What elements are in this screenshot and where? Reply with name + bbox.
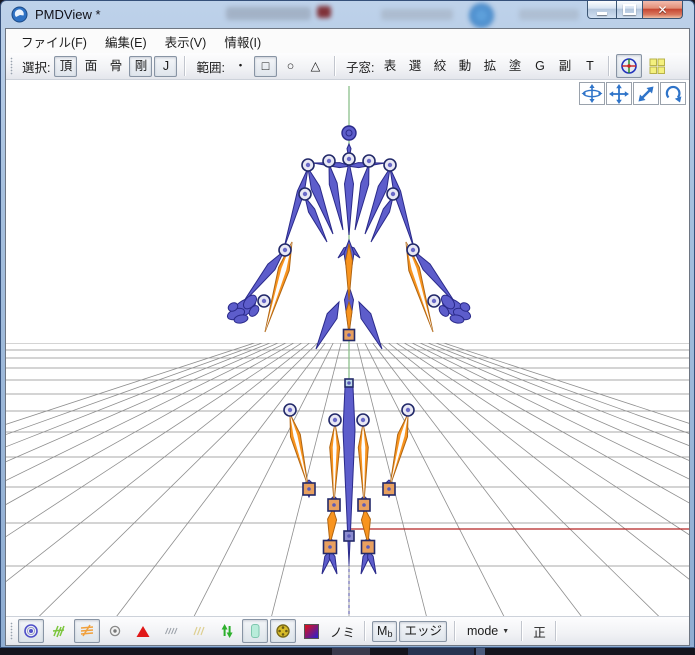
toolbar-separator: [555, 621, 556, 641]
bottom-toolbar-grip[interactable]: [10, 622, 13, 640]
color-swatch-button[interactable]: [298, 619, 324, 643]
menu-item-3[interactable]: 情報(I): [215, 29, 270, 54]
main-toolbar: 選択:頂面骨剛J 範囲: ・□○△ 子窓: 表選絞動拡塗G副T: [6, 53, 689, 80]
aero-blur-blob: [519, 9, 579, 20]
red-triangle-button[interactable]: [130, 619, 156, 643]
select-mode-button-3[interactable]: 剛: [129, 56, 152, 77]
close-button[interactable]: ✕: [642, 1, 683, 19]
subwindow-button-7[interactable]: 副: [554, 56, 575, 77]
quad-view-button[interactable]: [644, 54, 670, 78]
taskbar-item: [332, 648, 370, 655]
hand-bones: [437, 293, 472, 325]
subwindow-button-8[interactable]: T: [579, 56, 600, 77]
material-mode-button[interactable]: Mb: [372, 621, 397, 642]
range-shape-button-2[interactable]: △: [304, 56, 327, 77]
chevron-down-icon: ▼: [502, 628, 509, 635]
viewport-3d[interactable]: [6, 80, 689, 616]
client-area: ファイル(F)編集(E)表示(V)情報(I) 選択:頂面骨剛J 範囲: ・□○△ 子窓…: [5, 28, 690, 646]
maximize-button[interactable]: [616, 1, 643, 19]
head-bone: [342, 126, 356, 140]
aero-blur-blob: [381, 9, 453, 20]
subwindow-button-2[interactable]: 絞: [429, 56, 450, 77]
subwindow-button-0[interactable]: 表: [379, 56, 400, 77]
subwindow-button-3[interactable]: 動: [454, 56, 475, 77]
yellow-hatch-button[interactable]: [186, 619, 212, 643]
pan-view-button[interactable]: [606, 82, 632, 105]
gray-hatch-button[interactable]: [158, 619, 184, 643]
select-mode-button-4[interactable]: J: [154, 56, 177, 77]
zoom-view-button[interactable]: [633, 82, 659, 105]
subwindow-button-1[interactable]: 選: [404, 56, 425, 77]
toolbar-grip[interactable]: [10, 57, 13, 75]
main-toolbar-content: 選択:頂面骨剛J 範囲: ・□○△ 子窓: 表選絞動拡塗G副T: [17, 53, 671, 79]
toolbar-separator: [521, 621, 522, 641]
gear-button[interactable]: [270, 619, 296, 643]
range-shape-button-0[interactable]: □: [254, 56, 277, 77]
taskbar[interactable]: [0, 648, 695, 655]
front-view-label: 正: [533, 622, 546, 641]
mb-main: M: [377, 624, 387, 638]
mode-label: mode: [467, 624, 498, 638]
gray-marker-button[interactable]: [102, 619, 128, 643]
select-mode-button-0[interactable]: 頂: [54, 56, 77, 77]
cyan-box-button[interactable]: [242, 619, 268, 643]
aero-blur-blob: [469, 3, 494, 28]
app-icon: [11, 6, 28, 23]
mb-sub: b: [387, 629, 392, 639]
toolbar-separator: [608, 56, 609, 76]
range-shape-button-1[interactable]: ○: [279, 56, 302, 77]
range-label: 範囲:: [196, 57, 224, 76]
aero-blur-blob: [226, 7, 311, 20]
local-axis-button[interactable]: [616, 54, 642, 78]
menu-item-2[interactable]: 表示(V): [156, 29, 216, 54]
window-title: PMDView *: [35, 7, 101, 22]
subwindow-label: 子窓:: [346, 57, 374, 76]
edge-toggle-button[interactable]: エッジ: [399, 621, 447, 642]
caption-buttons: ✕: [588, 1, 683, 19]
scene-svg: [6, 80, 689, 616]
mode-dropdown[interactable]: mode ▼: [462, 621, 514, 642]
close-icon: ✕: [657, 2, 667, 18]
rotate-view-button[interactable]: [660, 82, 686, 105]
bottom-toolbar-content: ノミMbエッジmode▼正: [17, 617, 562, 645]
title-bar[interactable]: PMDView * ✕: [1, 1, 694, 28]
bone-marker-button[interactable]: [18, 619, 44, 643]
select-label: 選択:: [22, 57, 50, 76]
subwindow-button-6[interactable]: G: [529, 56, 550, 77]
nomi-label: ノミ: [330, 622, 355, 641]
menu-bar: ファイル(F)編集(E)表示(V)情報(I): [6, 29, 689, 53]
minimize-button[interactable]: [587, 1, 617, 19]
hand-bones: [226, 293, 261, 325]
select-mode-button-1[interactable]: 面: [79, 56, 102, 77]
aero-blur-blob: [317, 6, 331, 18]
maximize-icon: [623, 4, 636, 15]
taskbar-item: [476, 648, 485, 655]
bottom-toolbar: ノミMbエッジmode▼正: [6, 616, 689, 645]
orange-hatch-button[interactable]: [74, 619, 100, 643]
green-arrows-button[interactable]: [214, 619, 240, 643]
toolbar-separator: [454, 621, 455, 641]
green-hatch-button[interactable]: [46, 619, 72, 643]
taskbar-item: [408, 648, 474, 655]
range-point-button[interactable]: ・: [230, 56, 251, 77]
select-mode-button-2[interactable]: 骨: [104, 56, 127, 77]
toolbar-separator: [364, 621, 365, 641]
orbit-view-button[interactable]: [579, 82, 605, 105]
desktop: { "window": { "title": "PMDView *" }, "m…: [0, 0, 695, 655]
minimize-icon: [597, 12, 607, 15]
subwindow-button-4[interactable]: 拡: [479, 56, 500, 77]
pmdview-window: PMDView * ✕ ファイル(F)編集(E)表示(V)情報(I) 選択:頂面…: [0, 0, 695, 648]
view-nav-buttons: [578, 82, 686, 105]
toolbar-separator: [334, 56, 335, 76]
menu-item-1[interactable]: 編集(E): [96, 29, 156, 54]
menu-item-0[interactable]: ファイル(F): [12, 29, 96, 54]
toolbar-separator: [184, 56, 185, 76]
subwindow-button-5[interactable]: 塗: [504, 56, 525, 77]
